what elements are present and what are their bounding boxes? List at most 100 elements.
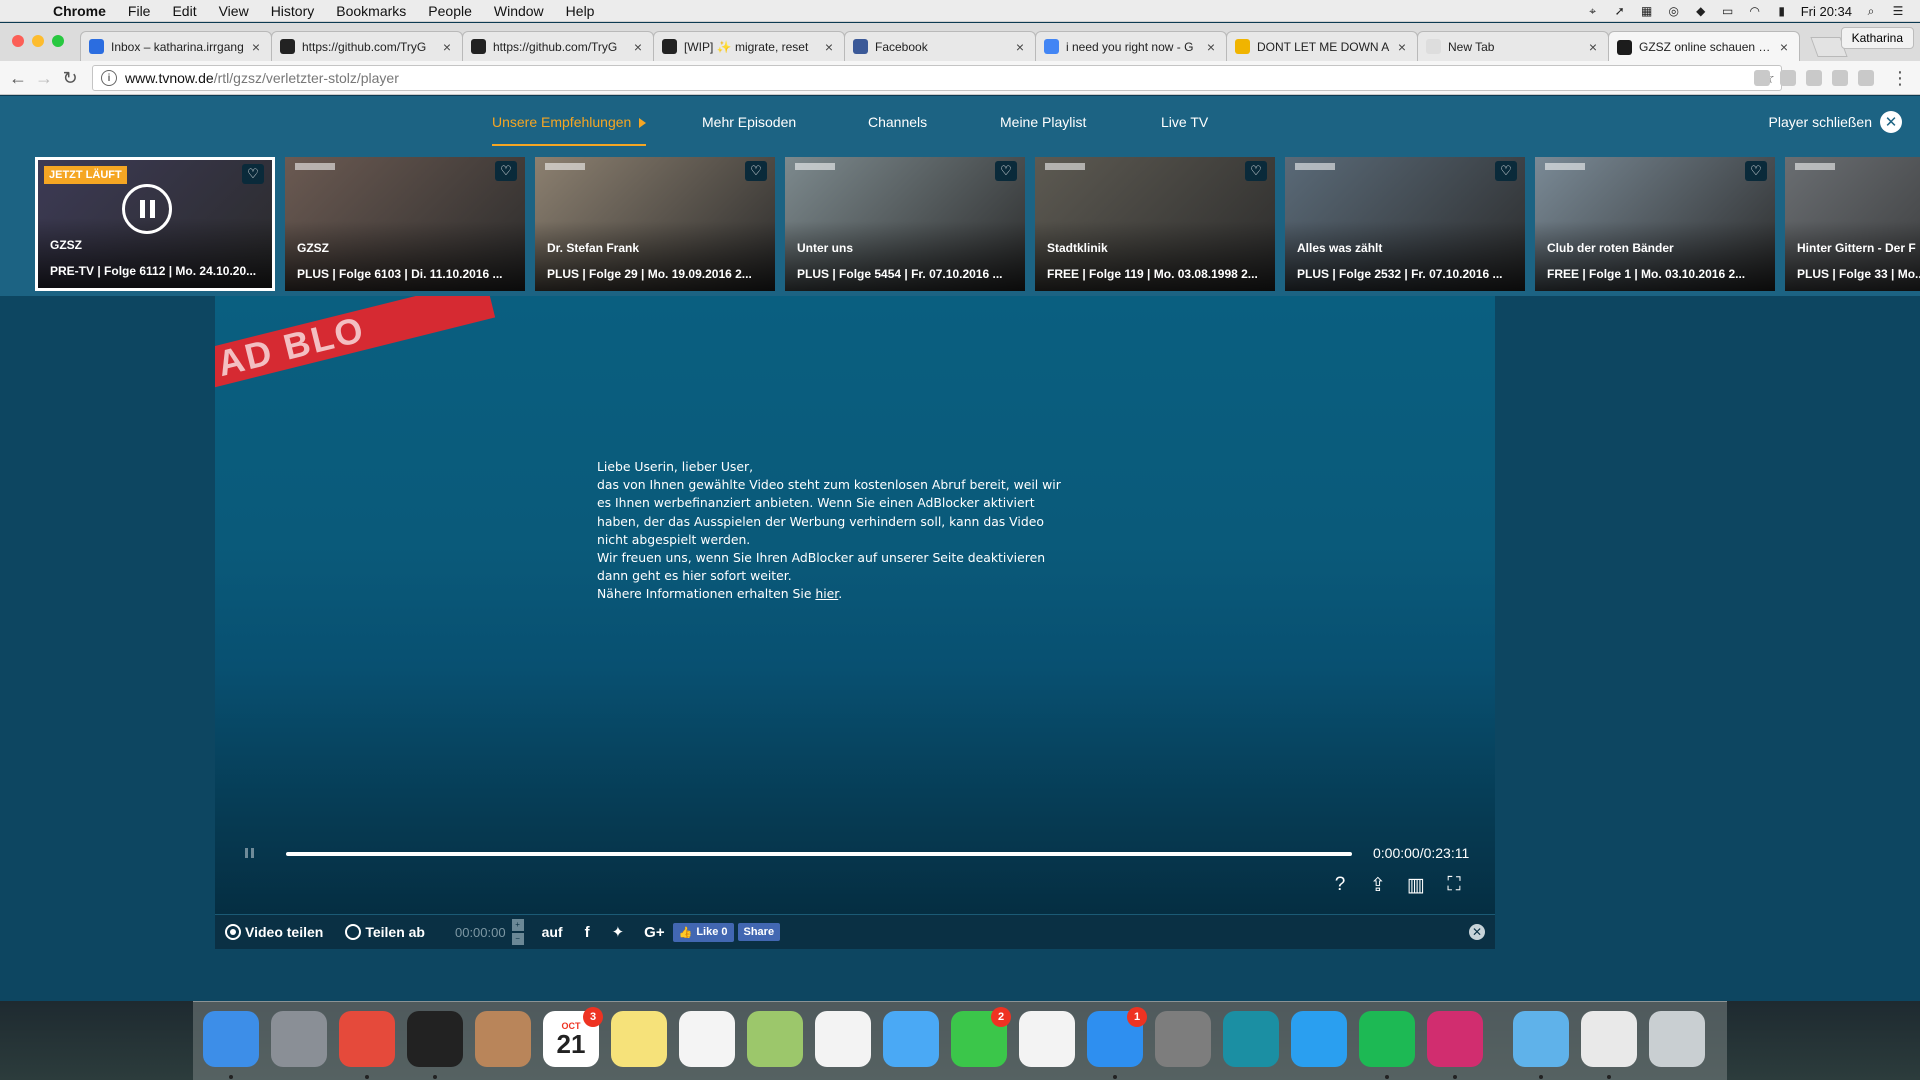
browser-tab[interactable]: [WIP] ✨ migrate, reset × — [653, 31, 845, 61]
episode-card[interactable]: GZSZ PRE-TV | Folge 6112 | Mo. 24.10.20..… — [35, 157, 275, 291]
episode-card[interactable]: GZSZ PLUS | Folge 6103 | Di. 11.10.2016 .… — [285, 157, 525, 291]
app-store-icon[interactable]: 1 — [1087, 1007, 1147, 1067]
reload-icon[interactable]: ↻ — [60, 68, 80, 88]
target-icon[interactable]: ⌖ — [1585, 4, 1601, 18]
menu-file[interactable]: File — [117, 3, 162, 19]
adblock-plus-icon[interactable] — [1806, 70, 1822, 86]
nav-meine-playlist[interactable]: Meine Playlist — [1000, 96, 1086, 148]
close-tab-icon[interactable]: × — [1777, 39, 1791, 55]
close-player-button[interactable]: Player schließen ✕ — [1769, 96, 1902, 148]
browser-tab[interactable]: New Tab × — [1417, 31, 1609, 61]
browser-tab[interactable]: Inbox – katharina.irrgang × — [80, 31, 272, 61]
rocket-icon[interactable]: ➚ — [1612, 4, 1628, 18]
battery-icon[interactable]: ▮ — [1774, 4, 1790, 18]
nav-unsere-empfehlungen[interactable]: Unsere Empfehlungen — [492, 96, 647, 146]
extension-icon[interactable] — [1754, 70, 1770, 86]
episode-card[interactable]: Alles was zählt PLUS | Folge 2532 | Fr. 0… — [1285, 157, 1525, 291]
intellij-icon[interactable] — [1427, 1011, 1483, 1067]
heart-icon[interactable]: ♡ — [242, 164, 264, 184]
system-preferences-icon[interactable] — [1155, 1011, 1211, 1067]
decrement-icon[interactable]: − — [511, 933, 524, 945]
heart-icon[interactable]: ♡ — [1245, 161, 1267, 181]
spotify-icon[interactable] — [1359, 1011, 1415, 1067]
increment-icon[interactable]: + — [511, 919, 524, 931]
episode-card[interactable]: Club der roten Bänder FREE | Folge 1 | Mo… — [1535, 157, 1775, 291]
browser-tab[interactable]: DONT LET ME DOWN A × — [1226, 31, 1418, 61]
heart-icon[interactable]: ♡ — [745, 161, 767, 181]
close-tab-icon[interactable]: × — [249, 39, 263, 55]
heart-icon[interactable]: ♡ — [1495, 161, 1517, 181]
sync-icon[interactable]: ◎ — [1666, 4, 1682, 18]
facebook-like-button[interactable]: 👍 Like 0 — [672, 922, 734, 942]
notification-center-icon[interactable]: ☰ — [1890, 4, 1906, 18]
close-tab-icon[interactable]: × — [1586, 39, 1600, 55]
maps-icon[interactable] — [747, 1011, 803, 1067]
facetime-icon[interactable]: 2 — [951, 1007, 1011, 1067]
site-info-icon[interactable]: i — [101, 70, 117, 86]
menu-app-chrome[interactable]: Chrome — [42, 3, 117, 19]
terminal-icon[interactable] — [407, 1011, 463, 1067]
contacts-icon[interactable] — [475, 1011, 531, 1067]
folder-icon[interactable] — [1513, 1011, 1569, 1067]
dropbox-icon[interactable]: ◆ — [1693, 4, 1709, 18]
messages-icon[interactable] — [883, 1011, 939, 1067]
back-icon[interactable]: ← — [8, 68, 28, 88]
progress-bar[interactable] — [286, 852, 1352, 856]
extension-icon[interactable] — [1780, 70, 1796, 86]
skype-icon[interactable] — [1291, 1011, 1347, 1067]
menu-window[interactable]: Window — [483, 3, 555, 19]
clock[interactable]: Fri 20:34 — [1801, 4, 1852, 19]
forward-icon[interactable]: → — [34, 68, 54, 88]
close-tab-icon[interactable]: × — [631, 39, 645, 55]
extension-icon[interactable] — [1858, 70, 1874, 86]
heart-icon[interactable]: ♡ — [495, 161, 517, 181]
play-pause-icon[interactable] — [245, 848, 254, 858]
video-teilen-option[interactable]: Video teilen — [225, 924, 323, 940]
docker-icon[interactable]: ▦ — [1639, 4, 1655, 18]
itunes-icon[interactable] — [1019, 1011, 1075, 1067]
twitter-share-icon[interactable]: ✦ — [612, 923, 625, 941]
close-tab-icon[interactable]: × — [440, 39, 454, 55]
nav-mehr-episoden[interactable]: Mehr Episoden — [702, 96, 796, 148]
heart-icon[interactable]: ♡ — [1745, 161, 1767, 181]
extension-icon[interactable] — [1832, 70, 1848, 86]
zoom-window-button[interactable] — [52, 35, 64, 47]
calendar-icon[interactable]: OCT 21 3 — [543, 1007, 603, 1067]
vpn-icon[interactable] — [1223, 1011, 1279, 1067]
menu-people[interactable]: People — [417, 3, 483, 19]
reminders-icon[interactable] — [679, 1011, 735, 1067]
teilen-ab-option[interactable]: Teilen ab — [345, 924, 425, 940]
more-info-link[interactable]: hier — [815, 586, 838, 601]
menu-view[interactable]: View — [208, 3, 260, 19]
chrome-menu-icon[interactable]: ⋮ — [1890, 68, 1910, 88]
google-plus-share-icon[interactable]: G+ — [644, 924, 664, 941]
menu-edit[interactable]: Edit — [161, 3, 207, 19]
menu-help[interactable]: Help — [555, 3, 606, 19]
wifi-icon[interactable]: ◠ — [1747, 4, 1763, 18]
share-icon[interactable]: ⇪ — [1367, 874, 1389, 897]
photos-icon[interactable] — [815, 1011, 871, 1067]
time-stepper[interactable]: + − — [511, 919, 524, 945]
spotlight-search-icon[interactable]: ⌕ — [1863, 4, 1879, 18]
episode-card[interactable]: Stadtklinik FREE | Folge 119 | Mo. 03.08.… — [1035, 157, 1275, 291]
airplay-icon[interactable]: ▭ — [1720, 4, 1736, 18]
episode-card[interactable]: Hinter Gittern - Der F PLUS | Folge 33 | … — [1785, 157, 1920, 291]
close-icon[interactable]: ✕ — [1469, 924, 1485, 940]
share-time-input[interactable]: 00:00:00 — [455, 925, 506, 940]
facebook-share-button[interactable]: Share — [737, 923, 781, 941]
nav-channels[interactable]: Channels — [868, 96, 927, 148]
profile-button[interactable]: Katharina — [1840, 27, 1914, 49]
browser-tab[interactable]: https://github.com/TryG × — [271, 31, 463, 61]
browser-tab[interactable]: GZSZ online schauen als × — [1608, 31, 1800, 62]
close-tab-icon[interactable]: × — [1013, 39, 1027, 55]
browser-tab[interactable]: https://github.com/TryG × — [462, 31, 654, 61]
finder-icon[interactable] — [203, 1011, 259, 1067]
address-bar[interactable]: i www.tvnow.de/rtl/gzsz/verletzter-stolz… — [92, 65, 1782, 91]
nav-live-tv[interactable]: Live TV — [1161, 96, 1208, 148]
menu-bookmarks[interactable]: Bookmarks — [325, 3, 417, 19]
close-tab-icon[interactable]: × — [822, 39, 836, 55]
notes-icon[interactable] — [611, 1011, 667, 1067]
close-window-button[interactable] — [12, 35, 24, 47]
close-tab-icon[interactable]: × — [1395, 39, 1409, 55]
quality-icon[interactable]: ▥ — [1405, 874, 1427, 897]
